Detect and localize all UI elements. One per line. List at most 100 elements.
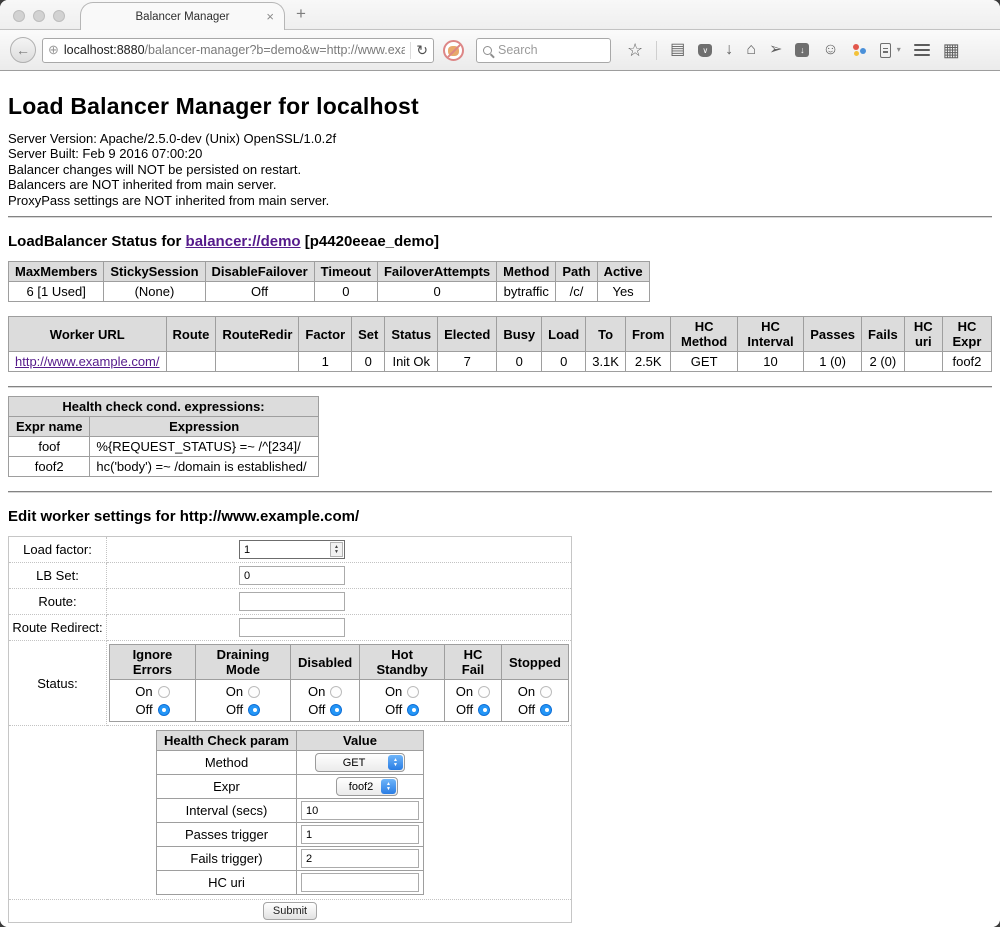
divider bbox=[8, 491, 992, 493]
form-row: LB Set: bbox=[9, 563, 572, 589]
tab-balancer-manager[interactable]: Balancer Manager × bbox=[80, 2, 285, 30]
zoom-window-button[interactable] bbox=[53, 10, 65, 22]
hc-fail-on-radio[interactable] bbox=[478, 686, 490, 698]
form-row: Method GET▲▼ bbox=[157, 751, 424, 775]
colors-extension-icon[interactable] bbox=[852, 43, 867, 58]
site-identity-icon[interactable]: ⊕ bbox=[48, 42, 59, 58]
interval-input[interactable] bbox=[301, 801, 419, 820]
route-redirect-label: Route Redirect: bbox=[9, 615, 107, 641]
adblock-icon[interactable] bbox=[443, 40, 464, 61]
menu-icon[interactable] bbox=[914, 44, 930, 56]
hot-standby-on-radio[interactable] bbox=[407, 686, 419, 698]
server-version-line: Server Version: Apache/2.5.0-dev (Unix) … bbox=[8, 131, 992, 146]
td-cell: 6 [1 Used] bbox=[9, 282, 104, 302]
form-cell: foof2▲▼ bbox=[297, 775, 424, 799]
ignore-errors-on-radio[interactable] bbox=[158, 686, 170, 698]
td-cell: 7 bbox=[438, 352, 497, 372]
td-cell: 2.5K bbox=[625, 352, 671, 372]
form-row: Route: bbox=[9, 589, 572, 615]
url-bar[interactable]: ⊕ localhost:8880/balancer-manager?b=demo… bbox=[42, 38, 434, 63]
th-cell: Load bbox=[542, 317, 586, 352]
off-label: Off bbox=[456, 702, 473, 717]
th-cell: FailoverAttempts bbox=[377, 262, 496, 282]
pocket-icon[interactable]: ∨ bbox=[698, 44, 712, 57]
expression-cell: hc('body') =~ /domain is established/ bbox=[90, 457, 319, 477]
status-cell-stopped: On Off bbox=[501, 680, 568, 722]
fails-label: Fails trigger) bbox=[157, 847, 297, 871]
chat-smiley-icon[interactable]: ☺ bbox=[822, 42, 838, 58]
th-cell: Passes bbox=[804, 317, 862, 352]
page-title: Load Balancer Manager for localhost bbox=[8, 71, 992, 120]
stopped-off-radio[interactable] bbox=[540, 704, 552, 716]
route-redirect-input[interactable] bbox=[239, 618, 345, 637]
td-cell: 0 bbox=[497, 352, 542, 372]
td-cell: 1 (0) bbox=[804, 352, 862, 372]
stopped-on-radio[interactable] bbox=[540, 686, 552, 698]
url-domain: localhost:8880 bbox=[64, 43, 145, 57]
off-label: Off bbox=[518, 702, 535, 717]
form-row: HC uri bbox=[157, 871, 424, 895]
draining-mode-on-radio[interactable] bbox=[248, 686, 260, 698]
on-label: On bbox=[518, 684, 535, 699]
balancer-status-heading: LoadBalancer Status for balancer://demo … bbox=[8, 233, 992, 250]
hc-fail-off-radio[interactable] bbox=[478, 704, 490, 716]
clipboard-icon[interactable]: ▤ bbox=[670, 42, 685, 58]
send-tab-icon[interactable]: ➢ bbox=[769, 42, 782, 58]
back-button[interactable]: ← bbox=[10, 37, 36, 63]
td-cell: 1 bbox=[299, 352, 352, 372]
title-row: Health check cond. expressions: bbox=[9, 397, 319, 417]
th-cell: HC Expr bbox=[942, 317, 991, 352]
form-cell: ▲▼ bbox=[107, 537, 572, 563]
panel-download-icon[interactable]: ↓ bbox=[795, 43, 809, 57]
home-icon[interactable]: ⌂ bbox=[746, 42, 756, 58]
form-cell: Ignore Errors Draining Mode Disabled Hot… bbox=[107, 641, 572, 726]
tab-close-icon[interactable]: × bbox=[266, 9, 274, 24]
select-arrows-icon: ▲▼ bbox=[388, 755, 403, 770]
lb-set-label: LB Set: bbox=[9, 563, 107, 589]
th-cell: From bbox=[625, 317, 671, 352]
new-tab-button[interactable]: + bbox=[296, 4, 306, 24]
balancer-demo-link[interactable]: balancer://demo bbox=[186, 233, 301, 250]
th-cell: RouteRedir bbox=[216, 317, 299, 352]
disabled-on-radio[interactable] bbox=[330, 686, 342, 698]
close-window-button[interactable] bbox=[13, 10, 25, 22]
page-thumbnail-icon[interactable]: ▦ bbox=[943, 42, 960, 58]
disabled-off-radio[interactable] bbox=[330, 704, 342, 716]
minimize-window-button[interactable] bbox=[33, 10, 45, 22]
reload-icon[interactable]: ↻ bbox=[416, 42, 428, 59]
search-input[interactable]: Search bbox=[498, 43, 538, 57]
sidebar-panel-icon[interactable] bbox=[880, 43, 891, 58]
lb-set-input[interactable] bbox=[239, 566, 345, 585]
chevron-down-icon[interactable]: ▾ bbox=[897, 42, 901, 58]
heading-suffix: [p4420eeae_demo] bbox=[301, 233, 439, 250]
th-cell: Value bbox=[297, 731, 424, 751]
bookmark-star-icon[interactable]: ☆ bbox=[627, 42, 643, 58]
method-select[interactable]: GET ▲▼ bbox=[315, 753, 405, 772]
hc-uri-input[interactable] bbox=[301, 873, 419, 892]
ignore-errors-off-radio[interactable] bbox=[158, 704, 170, 716]
td-cell: 0 bbox=[352, 352, 385, 372]
method-select-value: GET bbox=[343, 757, 366, 769]
balancer-params-table: MaxMembers StickySession DisableFailover… bbox=[8, 261, 650, 302]
fails-input[interactable] bbox=[301, 849, 419, 868]
worker-url-link[interactable]: http://www.example.com/ bbox=[15, 354, 160, 369]
hc-expr-title: Health check cond. expressions: bbox=[9, 397, 319, 417]
route-input[interactable] bbox=[239, 592, 345, 611]
hot-standby-off-radio[interactable] bbox=[407, 704, 419, 716]
td-cell: Init Ok bbox=[385, 352, 438, 372]
on-label: On bbox=[226, 684, 243, 699]
form-cell bbox=[297, 871, 424, 895]
url-input[interactable]: localhost:8880/balancer-manager?b=demo&w… bbox=[64, 43, 405, 57]
select-arrows-icon: ▲▼ bbox=[381, 779, 396, 794]
tab-bar: Balancer Manager × + bbox=[0, 0, 1000, 30]
submit-button[interactable]: Submit bbox=[263, 902, 317, 920]
search-icon bbox=[483, 46, 492, 55]
th-cell: Busy bbox=[497, 317, 542, 352]
downloads-icon[interactable]: ↓ bbox=[725, 42, 733, 58]
passes-input[interactable] bbox=[301, 825, 419, 844]
form-cell bbox=[107, 563, 572, 589]
search-bar[interactable]: Search bbox=[476, 38, 611, 63]
expr-select[interactable]: foof2▲▼ bbox=[336, 777, 398, 796]
draining-mode-off-radio[interactable] bbox=[248, 704, 260, 716]
number-spinner-icon[interactable]: ▲▼ bbox=[330, 542, 343, 557]
